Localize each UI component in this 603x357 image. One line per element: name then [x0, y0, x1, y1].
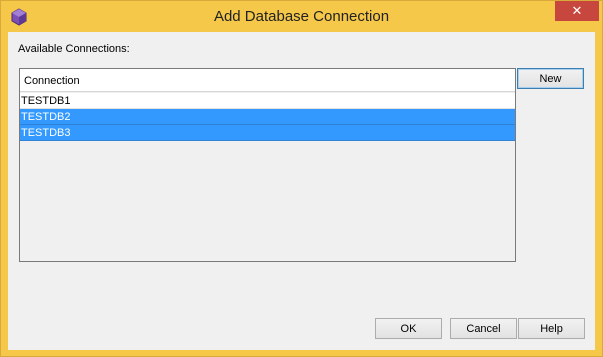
- connections-list[interactable]: Connection TESTDB1 TESTDB2 TESTDB3: [19, 68, 516, 262]
- list-item[interactable]: TESTDB2: [20, 109, 515, 125]
- column-header-label: Connection: [24, 75, 80, 87]
- column-header-connection[interactable]: Connection: [20, 69, 515, 92]
- help-button[interactable]: Help: [518, 318, 585, 339]
- dialog-body: Available Connections: Connection TESTDB…: [8, 32, 595, 350]
- close-icon: ✕: [571, 3, 583, 18]
- connection-rows: TESTDB1 TESTDB2 TESTDB3: [20, 93, 515, 141]
- list-item[interactable]: TESTDB3: [20, 125, 515, 141]
- list-item[interactable]: TESTDB1: [20, 93, 515, 109]
- new-button[interactable]: New: [517, 68, 584, 89]
- cancel-button[interactable]: Cancel: [450, 318, 517, 339]
- ok-button[interactable]: OK: [375, 318, 442, 339]
- dialog-window: Add Database Connection ✕ Available Conn…: [0, 0, 603, 357]
- title-bar[interactable]: Add Database Connection ✕: [1, 1, 602, 32]
- close-button[interactable]: ✕: [555, 1, 599, 21]
- available-connections-label: Available Connections:: [18, 43, 130, 55]
- window-title: Add Database Connection: [213, 8, 390, 25]
